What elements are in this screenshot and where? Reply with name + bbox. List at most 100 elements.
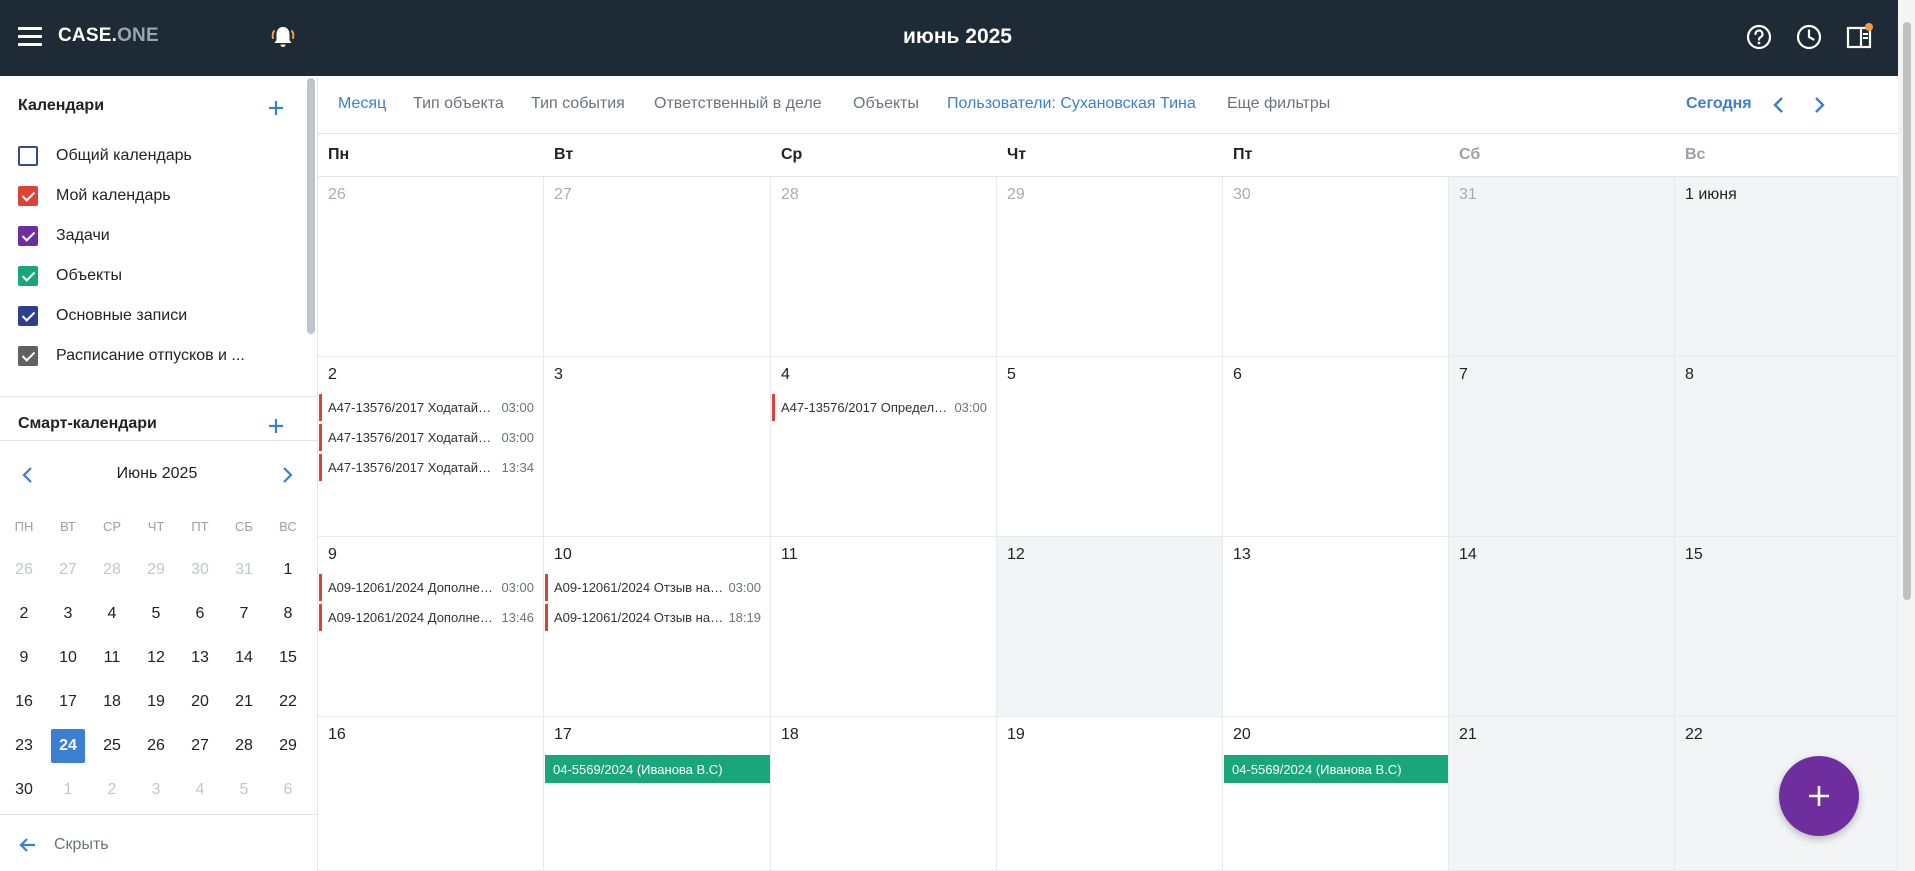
mini-day[interactable]: 28 xyxy=(222,729,266,763)
mini-day[interactable]: 16 xyxy=(2,685,46,719)
hide-sidebar-button[interactable]: Скрыть xyxy=(18,832,109,858)
mini-day[interactable]: 31 xyxy=(222,553,266,587)
day-cell[interactable]: 15 xyxy=(1675,537,1898,717)
mini-day[interactable]: 1 xyxy=(46,773,90,807)
filter-item[interactable]: Ответственный в деле xyxy=(654,95,822,113)
day-cell[interactable]: 20 04-5569/2024 (Иванова В.С) xyxy=(1223,717,1449,871)
event-item[interactable]: А09-12061/2024 Дополнение 13:46 xyxy=(319,604,543,631)
day-cell[interactable]: 2 А47-13576/2017 Ходатайство 03:00 А47-1357… xyxy=(318,357,544,537)
day-cell[interactable]: 3 xyxy=(544,357,771,537)
mini-day-today[interactable]: 24 xyxy=(46,729,90,763)
mini-day[interactable]: 7 xyxy=(222,597,266,631)
mini-day[interactable]: 30 xyxy=(178,553,222,587)
mini-day[interactable]: 11 xyxy=(90,641,134,675)
mini-day[interactable]: 27 xyxy=(178,729,222,763)
logo[interactable]: CASE.ONE xyxy=(58,25,159,47)
calendar-item[interactable]: Общий календарь xyxy=(18,143,192,169)
prev-month-icon[interactable] xyxy=(1768,94,1790,116)
mini-day[interactable]: 29 xyxy=(134,553,178,587)
panel-layout-icon[interactable] xyxy=(1844,22,1874,52)
mini-day[interactable]: 5 xyxy=(134,597,178,631)
day-cell[interactable]: 12 xyxy=(997,537,1223,717)
page-scrollbar-thumb[interactable] xyxy=(1903,22,1911,600)
event-item[interactable]: А09-12061/2024 Отзыв на иск 03:00 xyxy=(545,574,770,601)
mini-day[interactable]: 22 xyxy=(266,685,310,719)
bell-icon[interactable] xyxy=(268,22,298,52)
calendar-checkbox[interactable] xyxy=(18,266,38,286)
mini-day[interactable]: 6 xyxy=(178,597,222,631)
mini-day[interactable]: 4 xyxy=(178,773,222,807)
event-item[interactable]: А47-13576/2017 Определение 03:00 xyxy=(772,394,996,421)
event-item[interactable]: А47-13576/2017 Ходатайство 03:00 xyxy=(319,394,543,421)
day-cell[interactable]: 16 xyxy=(318,717,544,871)
day-cell[interactable]: 4 А47-13576/2017 Определение 03:00 xyxy=(771,357,997,537)
calendar-checkbox[interactable] xyxy=(18,226,38,246)
add-calendar-button[interactable] xyxy=(266,98,286,118)
event-item[interactable]: А47-13576/2017 Ходатайство 13:34 xyxy=(319,454,543,481)
event-item[interactable]: А09-12061/2024 Отзыв на иск 18:19 xyxy=(545,604,770,631)
mini-day[interactable]: 4 xyxy=(90,597,134,631)
filter-item[interactable]: Месяц xyxy=(338,95,386,113)
mini-day[interactable]: 30 xyxy=(2,773,46,807)
mini-day[interactable]: 15 xyxy=(266,641,310,675)
mini-day[interactable]: 9 xyxy=(2,641,46,675)
help-icon[interactable] xyxy=(1744,22,1774,52)
mini-day[interactable]: 8 xyxy=(266,597,310,631)
mini-day[interactable]: 19 xyxy=(134,685,178,719)
day-cell[interactable]: 30 xyxy=(1223,177,1449,357)
mini-day[interactable]: 6 xyxy=(266,773,310,807)
mini-day[interactable]: 3 xyxy=(46,597,90,631)
day-cell[interactable]: 19 xyxy=(997,717,1223,871)
filter-item[interactable]: Тип объекта xyxy=(413,95,504,113)
add-event-button[interactable] xyxy=(1779,756,1859,836)
calendar-checkbox[interactable] xyxy=(18,186,38,206)
filter-item[interactable]: Тип события xyxy=(531,95,625,113)
day-cell[interactable]: 13 xyxy=(1223,537,1449,717)
calendar-item[interactable]: Расписание отпусков и ... xyxy=(18,343,245,369)
mini-day[interactable]: 5 xyxy=(222,773,266,807)
mini-day[interactable]: 13 xyxy=(178,641,222,675)
mini-day[interactable]: 29 xyxy=(266,729,310,763)
calendar-item[interactable]: Задачи xyxy=(18,223,110,249)
day-cell[interactable]: 27 xyxy=(544,177,771,357)
mini-day[interactable]: 21 xyxy=(222,685,266,719)
mini-day[interactable]: 2 xyxy=(2,597,46,631)
filter-item[interactable]: Объекты xyxy=(853,95,919,113)
mini-day[interactable]: 26 xyxy=(134,729,178,763)
day-cell[interactable]: 21 xyxy=(1449,717,1675,871)
sidebar-scrollbar[interactable] xyxy=(307,78,315,334)
day-cell[interactable]: 11 xyxy=(771,537,997,717)
mini-day[interactable]: 23 xyxy=(2,729,46,763)
mini-day[interactable]: 27 xyxy=(46,553,90,587)
mini-day[interactable]: 17 xyxy=(46,685,90,719)
calendar-item[interactable]: Объекты xyxy=(18,263,122,289)
day-cell[interactable]: 9 А09-12061/2024 Дополнение 03:00 А09-12061… xyxy=(318,537,544,717)
day-cell[interactable]: 8 xyxy=(1675,357,1898,537)
day-cell[interactable]: 29 xyxy=(997,177,1223,357)
mini-day[interactable]: 26 xyxy=(2,553,46,587)
mini-day[interactable]: 1 xyxy=(266,553,310,587)
day-cell[interactable]: 7 xyxy=(1449,357,1675,537)
clock-icon[interactable] xyxy=(1794,22,1824,52)
calendar-item[interactable]: Основные записи xyxy=(18,303,187,329)
calendar-checkbox[interactable] xyxy=(18,306,38,326)
today-button[interactable]: Сегодня xyxy=(1686,95,1752,113)
mini-day[interactable]: 10 xyxy=(46,641,90,675)
mini-day[interactable]: 25 xyxy=(90,729,134,763)
day-cell[interactable]: 18 xyxy=(771,717,997,871)
mini-day[interactable]: 2 xyxy=(90,773,134,807)
event-item[interactable]: А47-13576/2017 Ходатайство 03:00 xyxy=(319,424,543,451)
add-smart-calendar-button[interactable] xyxy=(266,416,286,436)
calendar-item[interactable]: Мой календарь xyxy=(18,183,171,209)
filter-item[interactable]: Еще фильтры xyxy=(1227,95,1330,113)
day-cell[interactable]: 17 04-5569/2024 (Иванова В.С) xyxy=(544,717,771,871)
mini-next-month-icon[interactable] xyxy=(276,464,298,486)
day-cell[interactable]: 6 xyxy=(1223,357,1449,537)
mini-day[interactable]: 28 xyxy=(90,553,134,587)
day-cell[interactable]: 31 xyxy=(1449,177,1675,357)
filter-item[interactable]: Пользователи: Сухановская Тина xyxy=(947,95,1196,113)
day-cell[interactable]: 14 xyxy=(1449,537,1675,717)
menu-icon[interactable] xyxy=(18,27,42,47)
mini-day[interactable]: 3 xyxy=(134,773,178,807)
event-bar[interactable]: 04-5569/2024 (Иванова В.С) xyxy=(1224,755,1448,783)
